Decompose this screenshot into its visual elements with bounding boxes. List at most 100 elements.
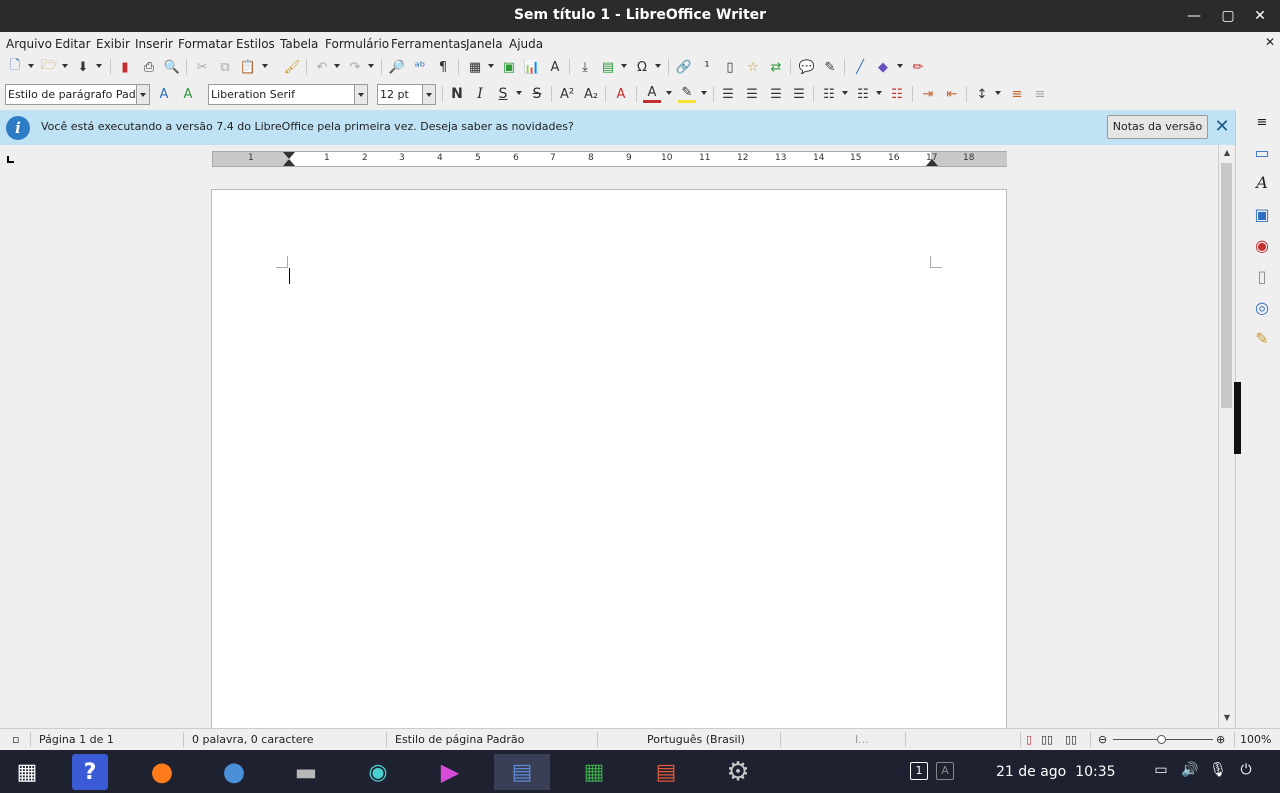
update-style-icon[interactable]: A [155, 85, 173, 103]
left-indent-handle[interactable] [283, 159, 295, 166]
justify-icon[interactable]: ☰ [790, 85, 808, 103]
menu-ferramentas[interactable]: Ferramentas [391, 37, 467, 51]
language[interactable]: Português (Brasil) [647, 733, 745, 746]
volume-icon[interactable]: 🔊 [1181, 762, 1199, 780]
cross-reference-icon[interactable]: ⇄ [767, 58, 785, 76]
page-count[interactable]: Página 1 de 1 [39, 733, 114, 746]
italic-button[interactable]: I [471, 85, 489, 103]
menu-tabela[interactable]: Tabela [280, 37, 318, 51]
insert-page-break-icon[interactable]: ⤓ [576, 58, 594, 76]
release-notes-button[interactable]: Notas da versão [1107, 115, 1208, 139]
multi-page-view-icon[interactable]: ▯▯ [1041, 733, 1053, 746]
zoom-level[interactable]: 100% [1240, 733, 1271, 746]
menu-janela[interactable]: Janela [466, 37, 503, 51]
workspace-1[interactable]: 1 [910, 762, 928, 780]
spelling-icon[interactable]: ᵃᵇ [411, 58, 429, 76]
font-size-combo[interactable]: 12 pt [377, 84, 436, 105]
menu-estilos[interactable]: Estilos [236, 37, 275, 51]
menu-arquivo[interactable]: Arquivo [6, 37, 52, 51]
endnote-icon[interactable]: ▯ [721, 58, 739, 76]
single-page-view-icon[interactable]: ▯ [1026, 733, 1032, 746]
draw-functions-icon[interactable]: ✏ [909, 58, 927, 76]
formatting-marks-icon[interactable]: ¶ [434, 58, 452, 76]
close-window-button[interactable]: ✕ [1248, 4, 1272, 28]
settings-gear-icon[interactable]: ⚙ [720, 754, 756, 790]
vertical-scrollbar[interactable]: ▲ ▼ [1218, 145, 1234, 728]
gallery-icon[interactable]: ▣ [1252, 204, 1272, 224]
menu-ajuda[interactable]: Ajuda [509, 37, 543, 51]
display-icon[interactable]: ▭ [1152, 762, 1170, 780]
manage-changes-icon[interactable]: ✎ [1252, 328, 1272, 348]
style-inspector-icon[interactable]: ◎ [1252, 297, 1272, 317]
menu-exibir[interactable]: Exibir [96, 37, 130, 51]
paste-icon[interactable]: 📋 [239, 58, 257, 76]
no-list-icon[interactable]: ☷ [888, 85, 906, 103]
scrollbar-thumb[interactable] [1221, 163, 1232, 408]
scroll-up-icon[interactable]: ▲ [1221, 148, 1233, 160]
new-document-icon[interactable]: 🗋 [6, 58, 24, 76]
bookmark-icon[interactable]: ☆ [744, 58, 762, 76]
insert-textbox-icon[interactable]: A [546, 58, 564, 76]
numbered-list-icon[interactable]: ☷ [854, 85, 872, 103]
undo-icon[interactable]: ↶ [313, 58, 331, 76]
tab-type-icon[interactable] [7, 156, 14, 163]
power-icon[interactable]: ⏻ [1237, 762, 1255, 780]
insert-chart-icon[interactable]: 📊 [523, 58, 541, 76]
special-character-icon[interactable]: Ω [633, 58, 651, 76]
calc-icon[interactable]: ▦ [576, 754, 612, 790]
paragraph-spacing-decrease-icon[interactable]: ≡ [1031, 85, 1049, 103]
menu-formatar[interactable]: Formatar [178, 37, 233, 51]
page-icon[interactable]: ▯ [1252, 266, 1272, 286]
insert-image-icon[interactable]: ▣ [500, 58, 518, 76]
first-line-indent-handle[interactable] [283, 152, 295, 159]
file-manager-icon[interactable]: ▬ [288, 754, 324, 790]
insert-field-icon[interactable]: ▤ [599, 58, 617, 76]
redo-icon[interactable]: ↷ [346, 58, 364, 76]
workspace-2[interactable]: A [936, 762, 954, 780]
new-style-icon[interactable]: A [179, 85, 197, 103]
font-name-combo[interactable]: Liberation Serif [208, 84, 368, 105]
scroll-down-icon[interactable]: ▼ [1221, 713, 1233, 725]
navigator-icon[interactable]: ◉ [1252, 235, 1272, 255]
line-spacing-icon[interactable]: ↕ [973, 85, 991, 103]
thunderbird-icon[interactable]: ● [216, 754, 252, 790]
help-icon[interactable]: ? [72, 754, 108, 790]
microphone-icon[interactable]: 🎙 [1209, 762, 1227, 780]
right-indent-handle[interactable] [926, 159, 938, 166]
superscript-icon[interactable]: A² [558, 85, 576, 103]
basic-shapes-icon[interactable]: ◆ [874, 58, 892, 76]
sidebar-menu-icon[interactable]: ≡ [1252, 112, 1272, 132]
camera-icon[interactable]: ◉ [360, 754, 396, 790]
save-icon[interactable]: ⬇ [74, 58, 92, 76]
align-center-icon[interactable]: ☰ [743, 85, 761, 103]
print-icon[interactable]: ⎙ [140, 58, 158, 76]
font-color-icon[interactable]: A [643, 85, 661, 103]
strikethrough-button[interactable]: S [528, 85, 546, 103]
bullet-list-icon[interactable]: ☷ [820, 85, 838, 103]
clock[interactable]: 21 de ago 10:35 [996, 764, 1116, 780]
sidebar-collapse-handle[interactable] [1234, 382, 1241, 454]
menu-editar[interactable]: Editar [55, 37, 91, 51]
book-view-icon[interactable]: ▯▯ [1065, 733, 1077, 746]
subscript-icon[interactable]: A₂ [582, 85, 600, 103]
maximize-button[interactable]: ▢ [1216, 4, 1240, 28]
minimize-button[interactable]: — [1182, 4, 1206, 28]
insert-table-icon[interactable]: ▦ [466, 58, 484, 76]
underline-button[interactable]: S [494, 85, 512, 103]
horizontal-ruler[interactable]: 1 1 2 3 4 5 6 7 8 9 10 11 12 13 14 15 16… [212, 151, 1007, 167]
copy-icon[interactable]: ⧉ [216, 58, 234, 76]
align-right-icon[interactable]: ☰ [767, 85, 785, 103]
export-pdf-icon[interactable]: ▮ [116, 58, 134, 76]
open-folder-icon[interactable]: 🗁 [40, 58, 58, 76]
document-area[interactable] [0, 173, 1218, 728]
find-replace-icon[interactable]: 🔎 [388, 58, 406, 76]
page-style[interactable]: Estilo de página Padrão [395, 733, 524, 746]
zoom-out-icon[interactable]: ⊖ [1098, 733, 1107, 746]
bold-button[interactable]: N [448, 85, 466, 103]
comment-icon[interactable]: 💬 [798, 58, 816, 76]
paragraph-style-combo[interactable]: Estilo de parágrafo Padrão [5, 84, 150, 105]
zoom-slider-thumb[interactable] [1157, 735, 1166, 744]
print-preview-icon[interactable]: 🔍 [163, 58, 181, 76]
impress-icon[interactable]: ▤ [648, 754, 684, 790]
infobar-close-icon[interactable]: ✕ [1212, 116, 1232, 138]
